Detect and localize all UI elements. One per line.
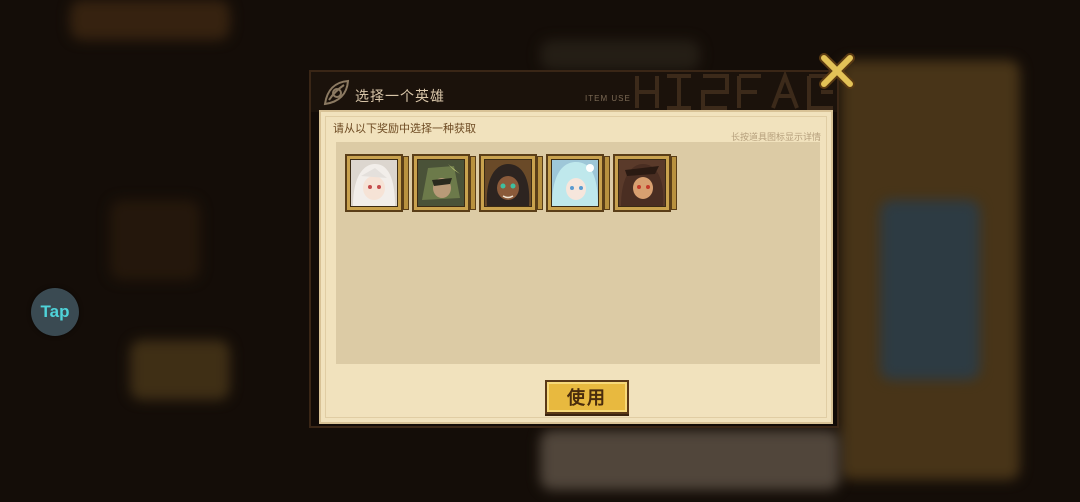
hero-option-2[interactable]	[412, 154, 476, 214]
hero-portrait-green-helmet-icon	[417, 159, 465, 207]
close-icon[interactable]	[816, 50, 858, 92]
card-tab	[403, 156, 409, 210]
hero-option-1[interactable]	[345, 154, 409, 214]
hero-option-3[interactable]	[479, 154, 543, 214]
hero-selection-grid	[336, 142, 820, 364]
card-tab	[537, 156, 543, 210]
tap-floating-button[interactable]: Tap	[31, 288, 79, 336]
hero-portrait-cyan-hair-icon	[551, 159, 599, 207]
choose-hero-dialog: 选择一个英雄 ITEM USE 请从以下奖励中选择一种获取 长按道具图标显示详情	[309, 70, 839, 428]
card-tab	[604, 156, 610, 210]
dialog-header: 选择一个英雄 ITEM USE	[311, 72, 837, 112]
hero-option-5[interactable]	[613, 154, 677, 214]
dialog-title: 选择一个英雄	[355, 89, 445, 105]
card-tab	[470, 156, 476, 210]
leaf-emblem-icon	[323, 79, 350, 106]
use-button[interactable]: 使用	[545, 380, 629, 414]
card-tab	[671, 156, 677, 210]
header-decoration	[635, 72, 833, 110]
hero-portrait-brown-hair-icon	[618, 159, 666, 207]
hero-portrait-dark-hair-icon	[484, 159, 532, 207]
header-tag: ITEM USE	[585, 94, 631, 103]
hero-portrait-white-hair-icon	[350, 159, 398, 207]
reward-panel: 请从以下奖励中选择一种获取 长按道具图标显示详情 使用	[319, 110, 833, 424]
reward-instruction: 请从以下奖励中选择一种获取	[333, 122, 476, 135]
hero-option-4[interactable]	[546, 154, 610, 214]
